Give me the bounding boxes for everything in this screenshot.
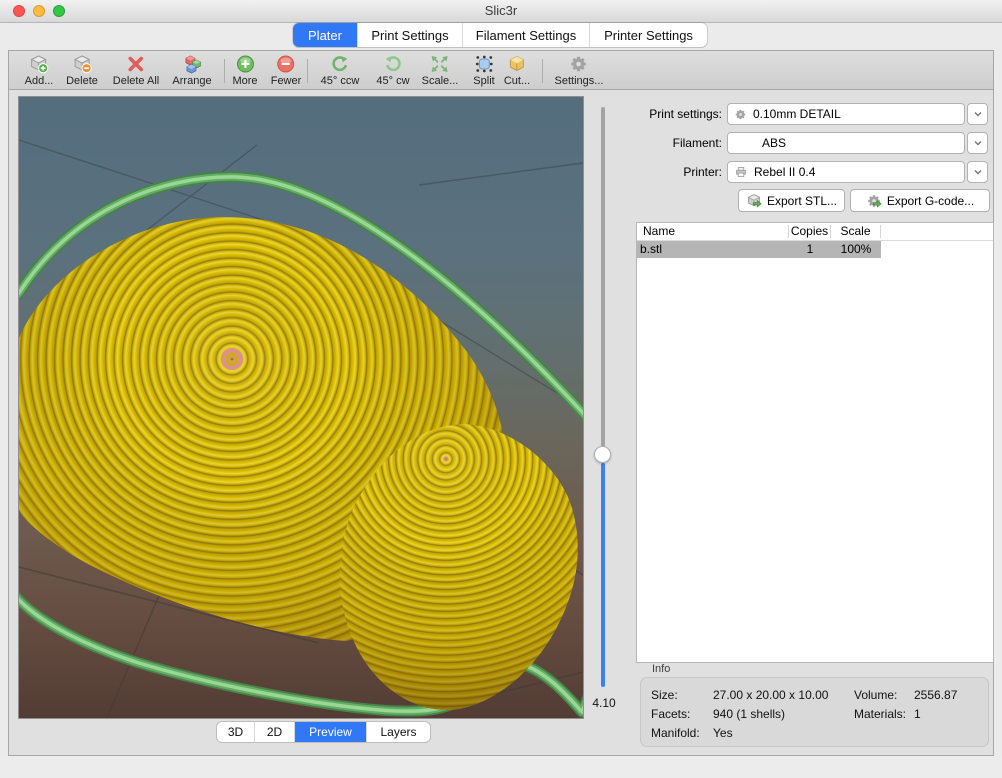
size-label: Size: — [651, 688, 678, 702]
rotate-cw-icon — [383, 54, 403, 74]
tab-3d[interactable]: 3D — [217, 722, 255, 742]
scale-icon — [430, 54, 450, 74]
volume-value: 2556.87 — [914, 688, 957, 702]
materials-label: Materials: — [854, 707, 906, 721]
add-button[interactable]: Add... — [25, 54, 54, 87]
chevron-down-icon — [972, 137, 984, 149]
tab-preview[interactable]: Preview — [295, 722, 367, 742]
chevron-down-icon — [972, 166, 984, 178]
gcode-preview-scene — [19, 97, 583, 718]
gear-icon — [734, 108, 747, 121]
view-mode-tab-bar: 3D 2D Preview Layers — [217, 722, 430, 742]
filament-select[interactable]: ABS — [727, 132, 965, 154]
window-title: Slic3r — [0, 3, 1002, 18]
printer-select[interactable]: Rebel II 0.4 — [727, 161, 965, 183]
toolbar-separator — [307, 59, 308, 83]
print-settings-label: Print settings: — [600, 107, 722, 121]
export-stl-button[interactable]: Export STL... — [738, 189, 845, 212]
tab-layers[interactable]: Layers — [367, 722, 430, 742]
filament-label: Filament: — [600, 136, 722, 150]
object-name-cell: b.stl — [637, 241, 789, 258]
object-list: Name Copies Scale b.stl 1 100% — [636, 222, 994, 663]
printer-label: Printer: — [600, 165, 722, 179]
manifold-value: Yes — [713, 726, 733, 740]
export-stl-icon — [746, 193, 762, 209]
chevron-down-icon — [972, 108, 984, 120]
facets-label: Facets: — [651, 707, 690, 721]
print-settings-dropdown-button[interactable] — [967, 103, 988, 125]
printer-icon — [734, 165, 748, 179]
toolbar-separator — [224, 59, 225, 83]
layer-slider-track-upper[interactable] — [601, 107, 605, 447]
delete-all-button[interactable]: Delete All — [113, 54, 159, 87]
fewer-button[interactable]: Fewer — [271, 54, 302, 87]
info-box: Size: 27.00 x 20.00 x 10.00 Volume: 2556… — [640, 677, 989, 747]
tab-print-settings[interactable]: Print Settings — [358, 23, 463, 47]
print-settings-select[interactable]: 0.10mm DETAIL — [727, 103, 965, 125]
column-header-scale[interactable]: Scale — [831, 225, 881, 238]
tab-plater[interactable]: Plater — [293, 23, 358, 47]
split-button[interactable]: Split — [473, 54, 494, 87]
arrange-button[interactable]: Arrange — [172, 54, 211, 87]
tab-filament-settings[interactable]: Filament Settings — [463, 23, 590, 47]
manifold-label: Manifold: — [651, 726, 700, 740]
object-list-header: Name Copies Scale — [637, 223, 993, 241]
rotate-ccw-icon — [330, 54, 350, 74]
layer-slider-thumb[interactable] — [594, 446, 611, 463]
rotate-cw-button[interactable]: 45° cw — [376, 54, 409, 87]
3d-preview-canvas[interactable] — [18, 96, 584, 719]
split-icon — [474, 54, 494, 74]
fewer-copies-icon — [276, 54, 296, 74]
object-copies-cell: 1 — [789, 241, 831, 258]
column-header-name[interactable]: Name — [637, 225, 789, 238]
printer-dropdown-button[interactable] — [967, 161, 988, 183]
main-tab-bar: Plater Print Settings Filament Settings … — [293, 23, 707, 47]
filament-dropdown-button[interactable] — [967, 132, 988, 154]
rotate-ccw-button[interactable]: 45° ccw — [321, 54, 360, 87]
cut-icon — [507, 54, 527, 74]
layer-slider-value: 4.10 — [584, 696, 624, 710]
export-gcode-icon — [866, 193, 882, 209]
export-gcode-button[interactable]: Export G-code... — [850, 189, 990, 212]
facets-value: 940 (1 shells) — [713, 707, 785, 721]
materials-value: 1 — [914, 707, 921, 721]
tab-2d[interactable]: 2D — [255, 722, 295, 742]
info-section-title: Info — [652, 663, 670, 675]
delete-button[interactable]: Delete — [66, 54, 98, 87]
scale-button[interactable]: Scale... — [422, 54, 459, 87]
column-header-copies[interactable]: Copies — [789, 225, 831, 238]
toolbar: Add... Delete Delete All Arrange — [8, 50, 994, 90]
volume-label: Volume: — [854, 688, 897, 702]
object-scale-cell: 100% — [831, 241, 881, 258]
status-bar — [0, 756, 1002, 778]
layer-slider-track-lower[interactable] — [601, 463, 605, 687]
title-bar: Slic3r — [0, 0, 1002, 23]
size-value: 27.00 x 20.00 x 10.00 — [713, 688, 828, 702]
arrange-icon — [182, 54, 202, 74]
settings-gear-icon — [569, 54, 589, 74]
settings-button[interactable]: Settings... — [555, 54, 604, 87]
tab-printer-settings[interactable]: Printer Settings — [590, 23, 707, 47]
delete-object-icon — [72, 54, 92, 74]
more-button[interactable]: More — [232, 54, 257, 87]
small-object-top-marker — [443, 456, 448, 461]
large-object-top-marker — [221, 348, 243, 370]
more-copies-icon — [235, 54, 255, 74]
toolbar-separator — [542, 59, 543, 83]
cut-button[interactable]: Cut... — [504, 54, 530, 87]
slic3r-window: { "window": { "title": "Slic3r" }, "tabs… — [0, 0, 1002, 778]
object-row-bstl[interactable]: b.stl 1 100% — [637, 241, 881, 258]
delete-all-icon — [126, 54, 146, 74]
add-object-icon — [29, 54, 49, 74]
